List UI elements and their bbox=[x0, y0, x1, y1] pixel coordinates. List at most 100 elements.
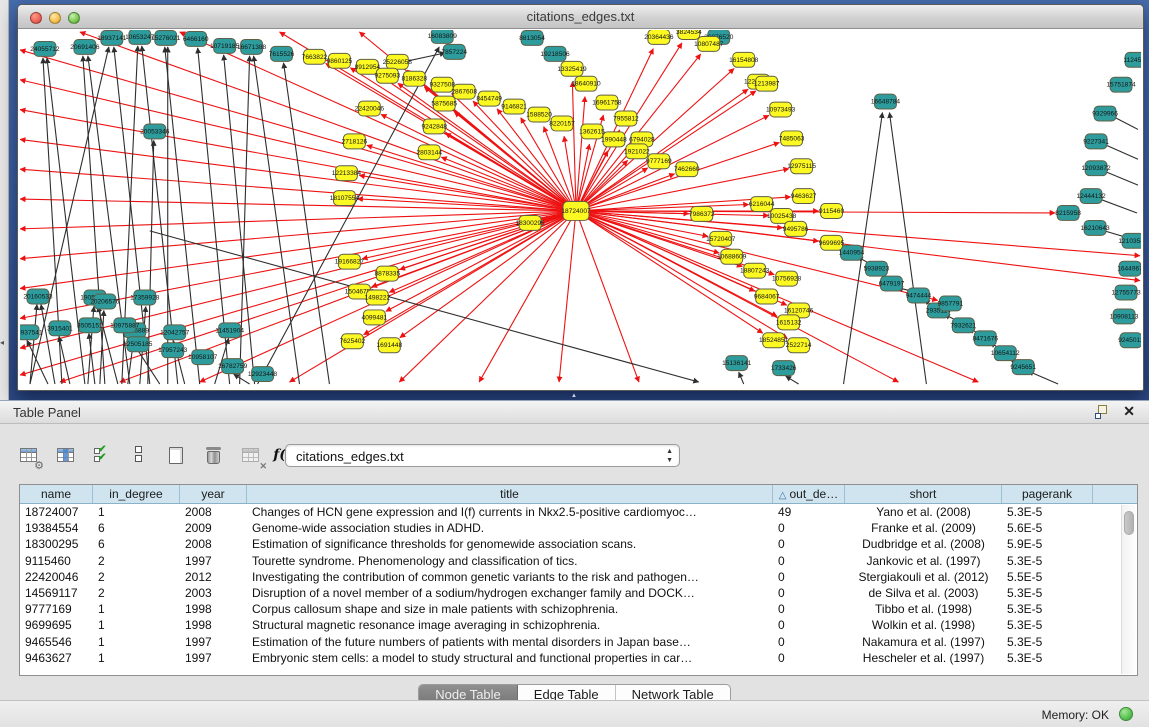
table-cell[interactable]: 2003 bbox=[180, 585, 247, 601]
table-cell[interactable]: 1998 bbox=[180, 617, 247, 633]
table-row[interactable]: 946362711997Embryonic stem cells: a mode… bbox=[20, 650, 1137, 666]
table-chooser-dropdown[interactable]: citations_edges.txt ▲▼ bbox=[285, 444, 680, 467]
table-cell[interactable]: Estimation of significance thresholds fo… bbox=[247, 536, 773, 552]
table-cell[interactable]: 9699695 bbox=[20, 617, 93, 633]
table-row[interactable]: 946554611997Estimation of the future num… bbox=[20, 634, 1137, 650]
table-cell[interactable]: Dudbridge et al. (2008) bbox=[845, 536, 1002, 552]
network-canvas[interactable]: 2405571220691406189371411065324715276021… bbox=[20, 30, 1141, 388]
column-header-pagerank[interactable]: pagerank bbox=[1002, 485, 1093, 503]
column-header-in_degree[interactable]: in_degree bbox=[93, 485, 180, 503]
table-row[interactable]: 1938455462009Genome-wide association stu… bbox=[20, 520, 1137, 536]
table-cell[interactable]: 1 bbox=[93, 601, 180, 617]
unselect-all-columns-button[interactable] bbox=[125, 441, 153, 469]
table-cell[interactable]: 0 bbox=[773, 520, 845, 536]
column-header-title[interactable]: title bbox=[247, 485, 773, 503]
table-cell[interactable]: 9115460 bbox=[20, 553, 93, 569]
table-cell[interactable]: 2008 bbox=[180, 504, 247, 520]
table-cell[interactable]: 6 bbox=[93, 520, 180, 536]
table-cell[interactable]: 18724007 bbox=[20, 504, 93, 520]
table-cell[interactable]: Tibbo et al. (1998) bbox=[845, 601, 1002, 617]
table-cell[interactable]: Investigating the contribution of common… bbox=[247, 569, 773, 585]
table-cell[interactable]: Yano et al. (2008) bbox=[845, 504, 1002, 520]
vertical-scrollbar[interactable] bbox=[1121, 505, 1136, 674]
table-cell[interactable]: 6 bbox=[93, 536, 180, 552]
table-cell[interactable]: Disruption of a novel member of a sodium… bbox=[247, 585, 773, 601]
table-cell[interactable]: 0 bbox=[773, 650, 845, 666]
scrollbar-thumb[interactable] bbox=[1124, 511, 1134, 535]
table-cell[interactable]: 49 bbox=[773, 504, 845, 520]
split-handle[interactable]: ▲ bbox=[571, 394, 579, 399]
table-cell[interactable]: 19384554 bbox=[20, 520, 93, 536]
table-cell[interactable]: 2 bbox=[93, 569, 180, 585]
table-cell[interactable]: Wolkin et al. (1998) bbox=[845, 617, 1002, 633]
table-cell[interactable]: Hescheler et al. (1997) bbox=[845, 650, 1002, 666]
column-header-name[interactable]: name bbox=[20, 485, 93, 503]
table-cell[interactable]: 5.3E-5 bbox=[1002, 504, 1093, 520]
table-cell[interactable]: 0 bbox=[773, 536, 845, 552]
table-cell[interactable]: 1 bbox=[93, 504, 180, 520]
table-cell[interactable]: 1997 bbox=[180, 634, 247, 650]
table-cell[interactable]: 5.3E-5 bbox=[1002, 634, 1093, 650]
table-cell[interactable]: Nakamura et al. (1997) bbox=[845, 634, 1002, 650]
table-cell[interactable]: Changes of HCN gene expression and I(f) … bbox=[247, 504, 773, 520]
table-cell[interactable]: 1 bbox=[93, 617, 180, 633]
table-cell[interactable]: 1997 bbox=[180, 650, 247, 666]
table-cell[interactable]: 22420046 bbox=[20, 569, 93, 585]
close-panel-icon[interactable]: ✕ bbox=[1123, 403, 1135, 420]
table-cell[interactable]: 0 bbox=[773, 585, 845, 601]
table-cell[interactable]: 5.3E-5 bbox=[1002, 585, 1093, 601]
table-cell[interactable]: 5.6E-5 bbox=[1002, 520, 1093, 536]
table-cell[interactable]: 1 bbox=[93, 634, 180, 650]
float-panel-icon[interactable] bbox=[1095, 405, 1109, 419]
table-cell[interactable]: 5.3E-5 bbox=[1002, 617, 1093, 633]
table-settings-button[interactable]: ⚙ bbox=[14, 441, 42, 469]
table-row[interactable]: 1872400712008Changes of HCN gene express… bbox=[20, 504, 1137, 520]
table-cell[interactable]: 18300295 bbox=[20, 536, 93, 552]
table-cell[interactable]: 2 bbox=[93, 585, 180, 601]
new-column-button[interactable] bbox=[162, 441, 190, 469]
table-cell[interactable]: 1 bbox=[93, 650, 180, 666]
table-cell[interactable]: 9463627 bbox=[20, 650, 93, 666]
table-cell[interactable]: 5.3E-5 bbox=[1002, 650, 1093, 666]
table-cell[interactable]: Structural magnetic resonance image aver… bbox=[247, 617, 773, 633]
window-titlebar[interactable]: citations_edges.txt bbox=[18, 5, 1143, 29]
delete-column-button[interactable] bbox=[199, 441, 227, 469]
table-cell[interactable]: 5.3E-5 bbox=[1002, 553, 1093, 569]
table-row[interactable]: 2242004622012Investigating the contribut… bbox=[20, 569, 1137, 585]
table-cell[interactable]: 14569117 bbox=[20, 585, 93, 601]
table-row[interactable]: 969969511998Structural magnetic resonanc… bbox=[20, 617, 1137, 633]
table-cell[interactable]: 0 bbox=[773, 617, 845, 633]
memory-status-dot[interactable] bbox=[1119, 707, 1133, 721]
column-header-out_de[interactable]: △out_de… bbox=[773, 485, 845, 503]
table-cell[interactable]: 2 bbox=[93, 553, 180, 569]
table-cell[interactable]: Stergiakouli et al. (2012) bbox=[845, 569, 1002, 585]
table-cell[interactable]: Corpus callosum shape and size in male p… bbox=[247, 601, 773, 617]
table-cell[interactable]: 9777169 bbox=[20, 601, 93, 617]
table-cell[interactable]: 0 bbox=[773, 553, 845, 569]
table-cell[interactable]: 0 bbox=[773, 569, 845, 585]
table-cell[interactable]: 1998 bbox=[180, 601, 247, 617]
table-row[interactable]: 911546021997Tourette syndrome. Phenomeno… bbox=[20, 553, 1137, 569]
table-row[interactable]: 1456911722003Disruption of a novel membe… bbox=[20, 585, 1137, 601]
table-cell[interactable]: Estimation of the future numbers of pati… bbox=[247, 634, 773, 650]
table-cell[interactable]: 9465546 bbox=[20, 634, 93, 650]
select-all-columns-button[interactable]: ✔✔ bbox=[88, 441, 116, 469]
column-header-short[interactable]: short bbox=[845, 485, 1002, 503]
table-cell[interactable]: 2012 bbox=[180, 569, 247, 585]
table-cell[interactable]: Genome-wide association studies in ADHD. bbox=[247, 520, 773, 536]
table-cell[interactable]: 5.5E-5 bbox=[1002, 569, 1093, 585]
table-cell[interactable]: Embryonic stem cells: a model to study s… bbox=[247, 650, 773, 666]
table-cell[interactable]: 5.9E-5 bbox=[1002, 536, 1093, 552]
table-row[interactable]: 1830029562008Estimation of significance … bbox=[20, 536, 1137, 552]
panel-collapse-arrow[interactable]: ◂ bbox=[0, 338, 4, 347]
table-cell[interactable]: 2008 bbox=[180, 536, 247, 552]
table-cell[interactable]: de Silva et al. (2003) bbox=[845, 585, 1002, 601]
table-cell[interactable]: Jankovic et al. (1997) bbox=[845, 553, 1002, 569]
table-cell[interactable]: Franke et al. (2009) bbox=[845, 520, 1002, 536]
table-cell[interactable]: 1997 bbox=[180, 553, 247, 569]
show-columns-button[interactable] bbox=[51, 441, 79, 469]
delete-table-button[interactable]: ✕ bbox=[236, 441, 264, 469]
column-header-year[interactable]: year bbox=[180, 485, 247, 503]
table-cell[interactable]: 5.3E-5 bbox=[1002, 601, 1093, 617]
table-cell[interactable]: Tourette syndrome. Phenomenology and cla… bbox=[247, 553, 773, 569]
